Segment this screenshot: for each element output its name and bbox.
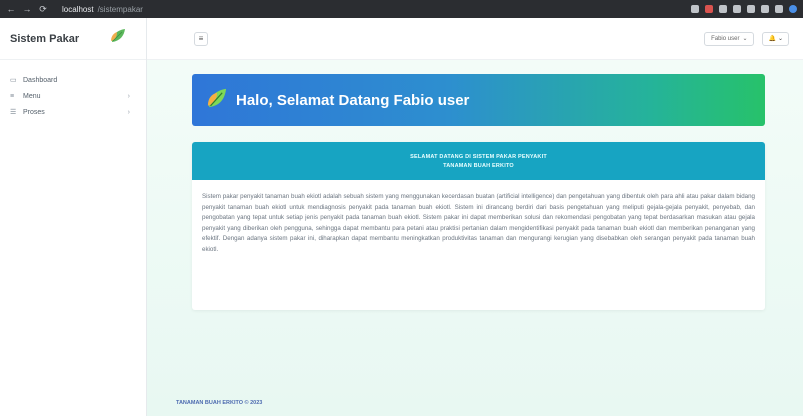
user-name: Fabio user: [711, 35, 740, 42]
profile-avatar-icon[interactable]: [789, 5, 797, 13]
main-content: Halo, Selamat Datang Fabio user SELAMAT …: [147, 60, 803, 416]
chevron-down-icon: ⌄: [742, 36, 748, 42]
sidebar-item-menu[interactable]: ≡ Menu ›: [0, 88, 146, 104]
sidebar-item-label: Proses: [23, 108, 45, 116]
sidebar-item-proses[interactable]: ☰ Proses ›: [0, 104, 146, 120]
info-card-subheading: TANAMAN BUAH ERKITO: [443, 162, 514, 169]
footer-copyright: TANAMAN BUAH ERKITO © 2023: [176, 400, 263, 406]
leaf-logo-icon: [108, 26, 128, 51]
chevron-right-icon: ›: [127, 108, 130, 116]
list-icon: ☰: [10, 109, 17, 116]
bell-icon: 🔔: [768, 36, 776, 42]
user-dropdown[interactable]: Fabio user ⌄: [704, 31, 755, 46]
forward-icon[interactable]: →: [22, 0, 32, 18]
extension-icon[interactable]: [761, 5, 769, 13]
welcome-title: Halo, Selamat Datang Fabio user: [236, 91, 470, 109]
sidebar-toggle-button[interactable]: ≡: [194, 31, 208, 46]
info-card: SELAMAT DATANG DI SISTEM PAKAR PENYAKIT …: [192, 142, 765, 310]
welcome-banner: Halo, Selamat Datang Fabio user: [192, 74, 765, 126]
browser-toolbar: ← → ⟳ localhost /sistempakar: [0, 0, 803, 18]
url-path: /sistempakar: [97, 4, 143, 14]
extension-icon[interactable]: [747, 5, 755, 13]
leaf-logo-icon: [204, 85, 230, 116]
address-bar[interactable]: localhost /sistempakar: [62, 5, 143, 14]
sidebar-menu: ▭ Dashboard ≡ Menu › ☰ Proses ›: [0, 60, 146, 120]
info-card-header: SELAMAT DATANG DI SISTEM PAKAR PENYAKIT …: [192, 142, 765, 180]
url-host: localhost: [62, 4, 94, 14]
sidebar-item-label: Menu: [23, 92, 41, 100]
back-icon[interactable]: ←: [6, 0, 16, 18]
brand-title: Sistem Pakar: [10, 32, 80, 45]
info-card-heading: SELAMAT DATANG DI SISTEM PAKAR PENYAKIT: [410, 153, 547, 160]
extension-icon[interactable]: [705, 5, 713, 13]
reload-icon[interactable]: ⟳: [38, 0, 48, 18]
sidebar-item-label: Dashboard: [23, 76, 58, 84]
sidebar: Sistem Pakar ▭ Dashboard ≡ Menu › ☰ Pros…: [0, 18, 147, 416]
hamburger-icon: ≡: [198, 34, 204, 43]
notifications-button[interactable]: 🔔 ⌄: [762, 31, 789, 46]
chevron-right-icon: ›: [127, 92, 130, 100]
extension-icon[interactable]: [719, 5, 727, 13]
sidebar-brand[interactable]: Sistem Pakar: [0, 18, 146, 60]
menu-icon: ≡: [10, 92, 15, 100]
extension-icon[interactable]: [775, 5, 783, 13]
extension-icon[interactable]: [691, 5, 699, 13]
top-navbar: ≡ Fabio user ⌄ 🔔 ⌄: [147, 18, 803, 60]
extensions-area: [691, 5, 797, 13]
info-card-body: Sistem pakar penyakit tanaman buah ekiot…: [202, 193, 755, 253]
sidebar-item-dashboard[interactable]: ▭ Dashboard: [0, 72, 146, 88]
extension-icon[interactable]: [733, 5, 741, 13]
dashboard-icon: ▭: [10, 77, 17, 84]
chevron-down-icon: ⌄: [777, 36, 783, 42]
